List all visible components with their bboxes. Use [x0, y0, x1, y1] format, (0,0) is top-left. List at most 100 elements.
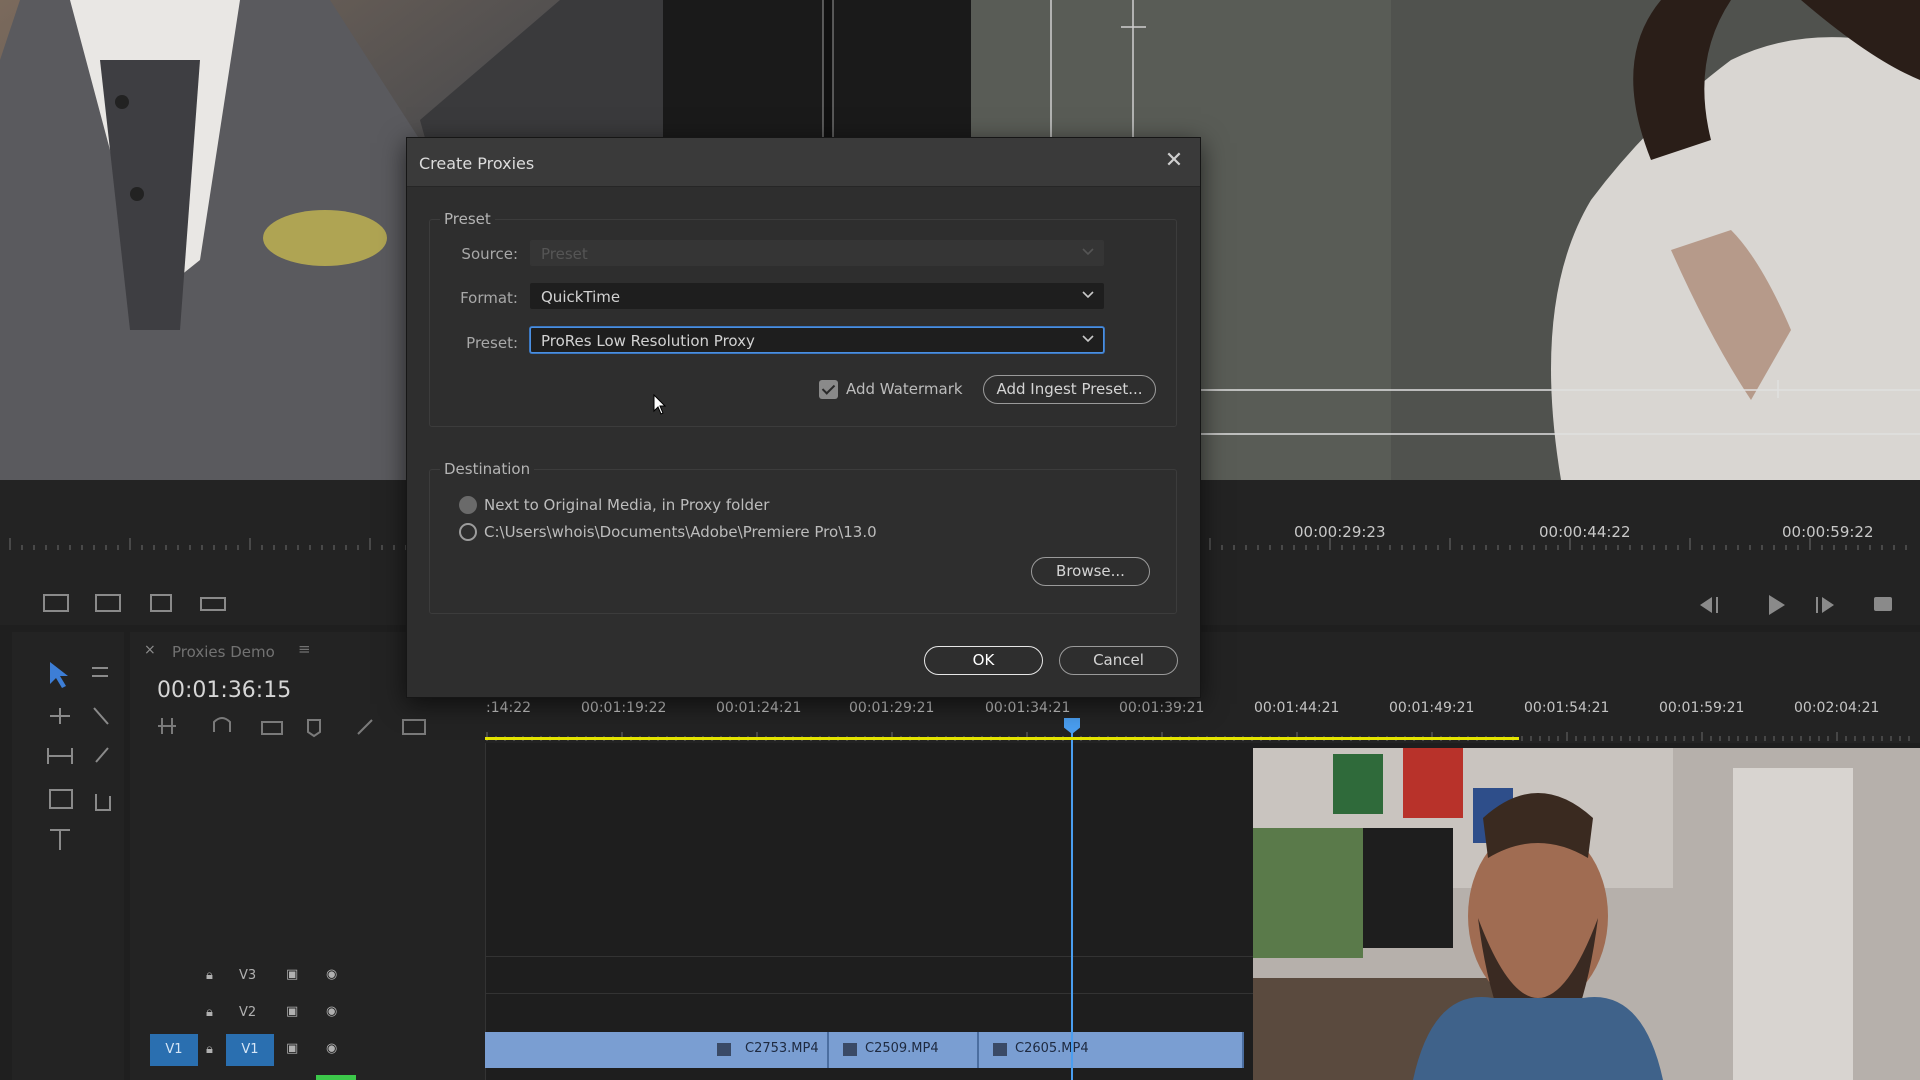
clip[interactable]: C2753.MP4	[485, 1032, 829, 1068]
chevron-down-icon	[1082, 335, 1094, 343]
track-label-v2[interactable]: V2	[239, 1005, 256, 1020]
source-label: Source:	[461, 245, 518, 263]
sequence-tab[interactable]: Proxies Demo	[172, 643, 275, 661]
dialog-title: Create Proxies	[419, 154, 535, 173]
eye-icon[interactable]: ◉	[326, 1004, 337, 1019]
ripple-edit-icon	[50, 708, 70, 724]
ruler-timecode: 00:02:04:21	[1794, 700, 1880, 716]
play-icon	[1769, 595, 1785, 615]
compare-icon	[200, 597, 226, 611]
watermark-label[interactable]: Add Watermark	[846, 380, 963, 398]
linked-selection-icon	[261, 721, 283, 735]
selection-tool-icon	[50, 662, 68, 688]
preset-value: ProRes Low Resolution Proxy	[541, 332, 755, 350]
work-area-bar[interactable]	[485, 737, 1519, 740]
ruler-timecode: 00:01:29:21	[849, 700, 935, 716]
export-frame-icon	[150, 594, 172, 612]
watermark-checkbox[interactable]	[819, 380, 838, 399]
format-value: QuickTime	[541, 288, 621, 306]
hand-tool-icon	[95, 794, 111, 811]
camera-icon	[1874, 597, 1892, 611]
dialog-titlebar[interactable]: Create Proxies ✕	[407, 138, 1200, 187]
ruler-timecode: 00:01:24:21	[716, 700, 802, 716]
clip[interactable]: C2509.MP4	[829, 1032, 979, 1068]
ruler-timecode: 00:01:44:21	[1254, 700, 1340, 716]
source-value: Preset	[541, 245, 588, 263]
razor-tool-icon	[93, 707, 109, 725]
ruler-timecode: 00:01:34:21	[985, 700, 1071, 716]
create-proxies-dialog: Create Proxies ✕ Preset Source: Preset F…	[406, 137, 1201, 698]
playhead-line[interactable]	[1071, 720, 1073, 1080]
option-custom-path[interactable]: C:\Users\whois\Documents\Adobe\Premiere …	[484, 523, 877, 541]
clip[interactable]: C2605.MP4	[979, 1032, 1244, 1068]
tools-panel	[12, 632, 124, 1080]
wrench-icon	[357, 719, 373, 735]
program-timecode-3: 00:00:59:22	[1782, 523, 1874, 541]
format-select[interactable]: QuickTime	[530, 283, 1104, 309]
close-sequence-icon[interactable]: ×	[144, 642, 156, 658]
playhead-timecode[interactable]: 00:01:36:15	[157, 678, 291, 703]
vertical-ruler-frame	[663, 0, 971, 137]
fx-icon	[993, 1043, 1007, 1056]
tools-icons	[47, 662, 111, 850]
chevron-down-icon	[1082, 291, 1094, 299]
lock-icon[interactable]: 🔒︎	[206, 968, 213, 983]
ruler-timecode: 00:01:19:22	[581, 700, 667, 716]
track-header-v2: 🔒︎ V2 ▣ ◉	[130, 995, 485, 1031]
chevron-down-icon	[1082, 248, 1094, 256]
ruler-timecode: 00:01:59:21	[1659, 700, 1745, 716]
nest-icon	[158, 718, 176, 734]
format-label: Format:	[460, 289, 518, 307]
eye-icon[interactable]: ◉	[326, 967, 337, 982]
panel-menu-icon[interactable]: ≡	[298, 640, 311, 658]
cancel-button[interactable]: Cancel	[1059, 646, 1178, 675]
radio-custom-path[interactable]	[459, 523, 477, 541]
destination-legend: Destination	[440, 460, 535, 478]
close-icon[interactable]: ✕	[1162, 150, 1186, 174]
destination-group	[429, 469, 1177, 614]
step-back-icon	[1700, 597, 1718, 613]
preset-select[interactable]: ProRes Low Resolution Proxy	[530, 327, 1104, 353]
webcam-image	[1253, 748, 1920, 1080]
captions-icon	[402, 719, 426, 735]
lock-icon[interactable]: 🔒︎	[206, 1005, 213, 1020]
ruler-timecode: 00:01:39:21	[1119, 700, 1205, 716]
option-next-to-original: Next to Original Media, in Proxy folder	[484, 496, 770, 514]
preset-label: Preset:	[466, 334, 518, 352]
track-header-v1: V1 🔒︎ V1 ▣ ◉	[130, 1032, 485, 1068]
preset-legend: Preset	[440, 210, 495, 228]
audio-meter-indicator	[316, 1075, 356, 1080]
program-timecode-2: 00:00:44:22	[1539, 523, 1631, 541]
source-patch-v1[interactable]: V1	[150, 1034, 198, 1066]
type-tool-icon	[50, 829, 70, 850]
track-header-v3: 🔒︎ V3 ▣ ◉	[130, 958, 485, 994]
timeline-ruler[interactable]: :14:22 00:01:19:22 00:01:24:21 00:01:29:…	[485, 695, 1920, 743]
slip-tool-icon	[47, 748, 73, 764]
mouse-cursor-icon	[653, 394, 667, 415]
pen-tool-icon	[95, 747, 109, 763]
track-label-v3[interactable]: V3	[239, 968, 256, 983]
ok-button[interactable]: OK	[924, 646, 1043, 675]
rectangle-tool-icon	[49, 789, 73, 809]
track-target-v1[interactable]: V1	[226, 1034, 274, 1066]
snap-icon	[213, 717, 231, 732]
lock-icon[interactable]: 🔒︎	[206, 1042, 213, 1057]
radio-next-to-original	[459, 496, 477, 514]
ruler-graphic	[822, 0, 834, 137]
eye-icon[interactable]: ◉	[326, 1041, 337, 1056]
insert-icon	[43, 594, 69, 612]
sync-lock-icon[interactable]: ▣	[286, 967, 298, 982]
add-ingest-preset-button[interactable]: Add Ingest Preset...	[983, 375, 1156, 404]
sync-lock-icon[interactable]: ▣	[286, 1041, 298, 1056]
add-marker-icon	[307, 719, 321, 738]
fx-icon	[717, 1043, 731, 1056]
source-select: Preset	[530, 240, 1104, 266]
ruler-timecode: :14:22	[486, 700, 532, 716]
overwrite-icon	[95, 594, 121, 612]
ruler-timecode: 00:01:49:21	[1389, 700, 1475, 716]
ruler-timecode: 00:01:54:21	[1524, 700, 1610, 716]
fx-icon	[843, 1043, 857, 1056]
sync-lock-icon[interactable]: ▣	[286, 1004, 298, 1019]
browse-button[interactable]: Browse...	[1031, 557, 1150, 586]
webcam-overlay	[1253, 748, 1920, 1080]
